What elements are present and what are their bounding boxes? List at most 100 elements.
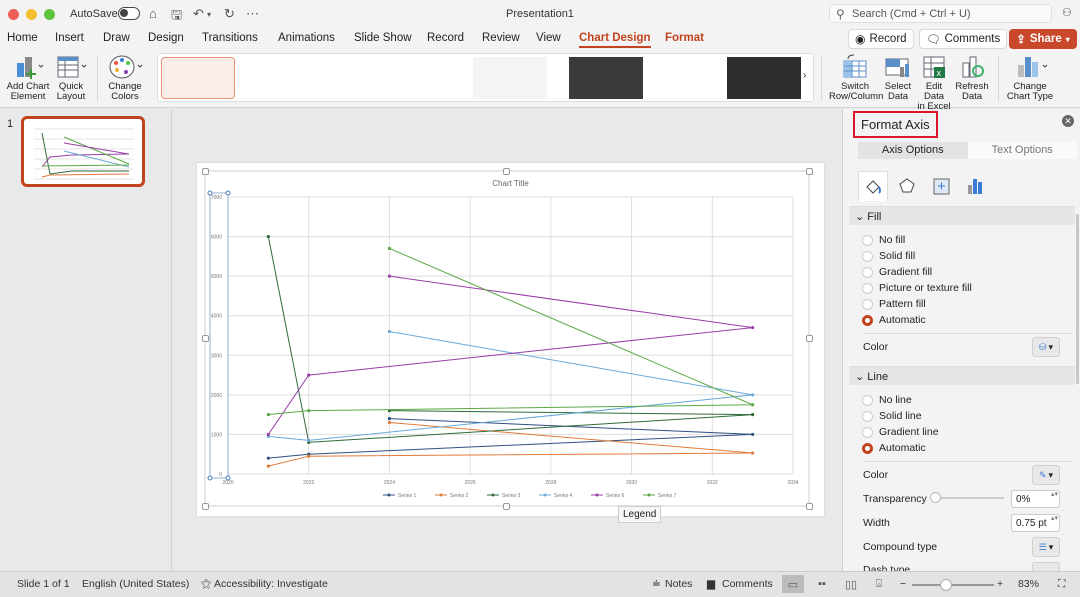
change-chart-type-button[interactable]: Change Chart Type (1004, 52, 1056, 102)
resize-handle[interactable] (202, 335, 209, 342)
zoom-level[interactable]: 83% (1018, 578, 1039, 590)
select-data-button[interactable]: Select Data (882, 52, 914, 102)
line-color-dropdown[interactable]: ✎ ▾ (1032, 465, 1060, 485)
data-point[interactable] (751, 413, 755, 417)
fill-section-header[interactable]: ⌄ Fill (849, 206, 1075, 225)
tab-draw[interactable]: Draw (103, 32, 130, 44)
width-input[interactable]: 0.75 pt (1011, 514, 1060, 532)
resize-handle[interactable] (806, 503, 813, 510)
resize-handle[interactable] (806, 168, 813, 175)
tab-chart-design[interactable]: Chart Design (579, 32, 651, 48)
legend-entry[interactable]: Series 4 (554, 493, 573, 499)
compound-type-dropdown[interactable]: ☰ ▾ (1032, 537, 1060, 557)
data-point[interactable] (387, 246, 392, 251)
chart-style-8[interactable] (727, 57, 801, 99)
data-point[interactable] (307, 454, 311, 458)
normal-view-icon[interactable]: ▭ (782, 575, 804, 593)
slide-sorter-icon[interactable]: ▪▪ (811, 575, 833, 593)
zoom-in-icon[interactable]: + (997, 578, 1003, 590)
zoom-out-icon[interactable]: − (900, 578, 906, 590)
zoom-slider-thumb[interactable] (940, 579, 952, 591)
data-point[interactable] (751, 393, 755, 397)
tab-axis-options[interactable]: Axis Options (858, 142, 968, 159)
comments-button[interactable]: 🗨 Comments (919, 29, 1008, 49)
chart-title[interactable]: Chart Title (492, 179, 529, 188)
refresh-data-button[interactable]: Refresh Data (955, 52, 989, 102)
data-point[interactable] (307, 438, 311, 442)
data-point[interactable] (751, 451, 755, 455)
legend-entry[interactable]: Series 7 (658, 493, 677, 499)
tab-record[interactable]: Record (427, 32, 464, 44)
radio-solid-line[interactable]: Solid line (862, 410, 922, 422)
redo-icon[interactable]: ↻ (224, 6, 235, 22)
language[interactable]: English (United States) (82, 578, 189, 590)
tab-view[interactable]: View (536, 32, 561, 44)
size-properties-icon[interactable] (926, 171, 956, 201)
effects-icon[interactable] (892, 171, 922, 201)
change-colors-button[interactable]: Change Colors (104, 52, 146, 102)
slideshow-icon[interactable]: ⌺ (868, 575, 890, 593)
add-chart-element-button[interactable]: Add Chart Element (5, 52, 51, 102)
line-chart[interactable]: 0 1000 2000 3000 4000 5000 6000 7000 2020 2022 202… (197, 163, 824, 516)
resize-handle[interactable] (503, 168, 510, 175)
resize-handle[interactable] (202, 503, 209, 510)
tab-transitions[interactable]: Transitions (202, 32, 258, 44)
notes-button[interactable]: Notes (665, 578, 692, 590)
axis-selection-handle[interactable] (225, 190, 231, 196)
legend-entry[interactable]: Series 3 (502, 493, 521, 499)
data-point[interactable] (266, 456, 270, 460)
reading-view-icon[interactable]: ▯▯ (840, 575, 862, 593)
tab-slide-show[interactable]: Slide Show (354, 32, 412, 44)
legend-entry[interactable]: Series 1 (398, 493, 417, 499)
pane-scrollbar[interactable] (1076, 214, 1079, 384)
search-input[interactable]: ⚲ Search (Cmd + Ctrl + U) (829, 4, 1052, 23)
resize-handle[interactable] (202, 168, 209, 175)
data-point[interactable] (266, 464, 270, 468)
legend-entry[interactable]: Series 2 (450, 493, 469, 499)
more-icon[interactable]: ⋯ (246, 6, 259, 22)
data-point[interactable] (751, 325, 755, 330)
data-point[interactable] (387, 329, 392, 334)
undo-icon[interactable]: ↶ (193, 6, 204, 22)
series-line[interactable] (267, 236, 753, 443)
series-line[interactable] (268, 418, 753, 459)
share-button[interactable]: ⇪ Share ▾ (1009, 29, 1077, 49)
account-icon[interactable]: ⚇ (1062, 6, 1072, 19)
chart-style-2[interactable] (239, 57, 313, 99)
transparency-slider[interactable] (930, 492, 1004, 503)
axis-selection-handle[interactable] (207, 475, 213, 481)
radio-no-line[interactable]: No line (862, 394, 912, 406)
radio-automatic-line[interactable]: Automatic (862, 442, 926, 454)
series-line[interactable] (268, 422, 753, 467)
zoom-slider[interactable] (912, 579, 994, 591)
fill-color-dropdown[interactable]: ⛁ ▾ (1032, 337, 1060, 357)
tab-animations[interactable]: Animations (278, 32, 335, 44)
data-point[interactable] (266, 413, 270, 417)
record-button[interactable]: ◉ Record (848, 29, 914, 49)
radio-solid-fill[interactable]: Solid fill (862, 250, 915, 262)
series-line[interactable] (268, 247, 753, 416)
minimize-window-button[interactable] (26, 9, 37, 20)
axis-selection-handle[interactable] (225, 475, 231, 481)
home-icon[interactable]: ⌂ (149, 6, 157, 21)
data-point[interactable] (307, 373, 311, 377)
data-point[interactable] (387, 417, 392, 421)
radio-gradient-fill[interactable]: Gradient fill (862, 266, 932, 278)
close-window-button[interactable] (8, 9, 19, 20)
data-point[interactable] (387, 420, 392, 425)
undo-dropdown-icon[interactable]: ▾ (207, 10, 211, 19)
legend-entry[interactable]: Series 6 (606, 493, 625, 499)
chart-style-4[interactable] (395, 57, 469, 99)
chart-style-7[interactable] (647, 57, 721, 99)
fill-line-icon[interactable] (858, 171, 888, 201)
data-point[interactable] (387, 274, 392, 278)
axis-selection-handle[interactable] (207, 190, 213, 196)
radio-gradient-line[interactable]: Gradient line (862, 426, 939, 438)
transparency-input[interactable]: 0% (1011, 490, 1060, 508)
chart-style-1[interactable] (161, 57, 235, 99)
chart-style-5[interactable] (473, 57, 547, 99)
resize-handle[interactable] (806, 335, 813, 342)
chart-style-6[interactable] (569, 57, 643, 99)
gallery-next-icon[interactable]: › (803, 70, 806, 81)
radio-pattern-fill[interactable]: Pattern fill (862, 298, 926, 310)
